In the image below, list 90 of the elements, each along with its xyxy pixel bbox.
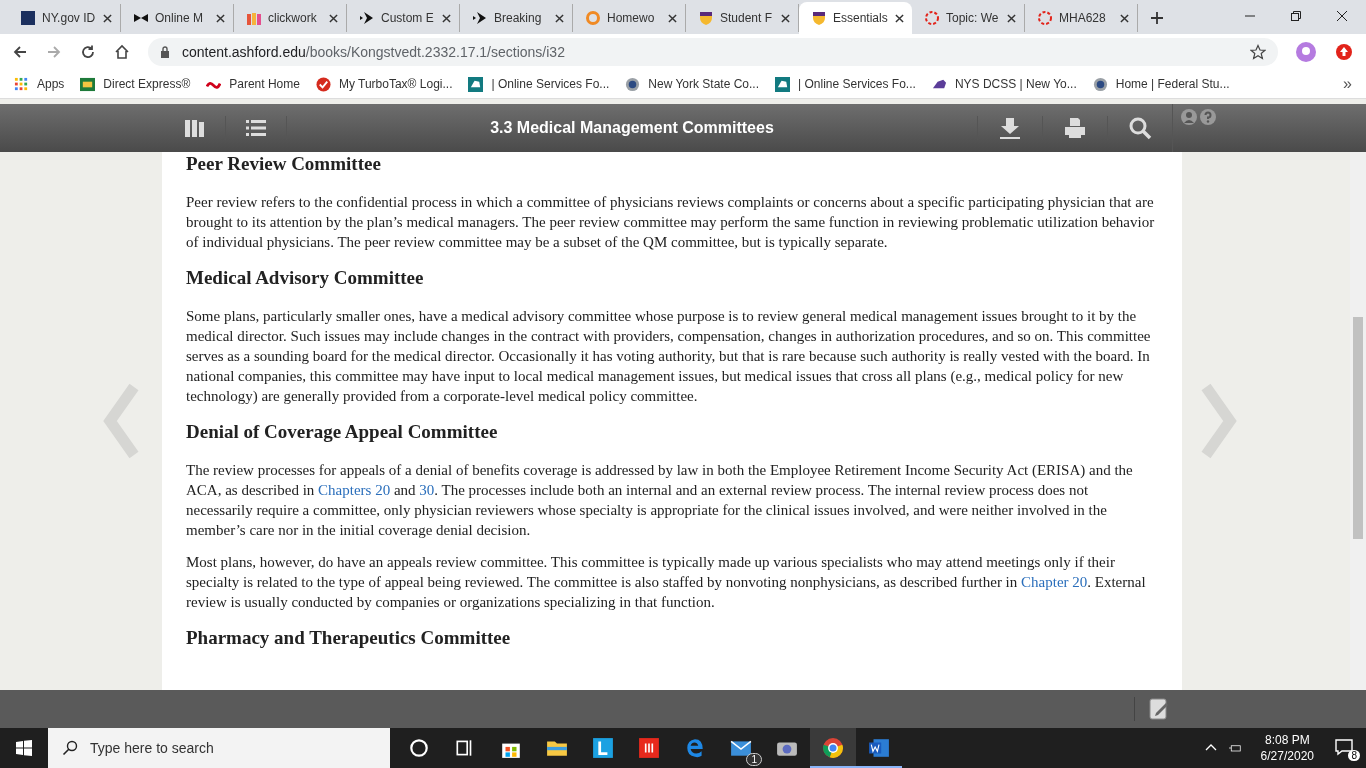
arrow-icon xyxy=(472,10,488,26)
home-icon[interactable] xyxy=(114,44,130,60)
browser-tab[interactable]: Topic: We xyxy=(912,4,1025,32)
close-icon[interactable] xyxy=(555,13,564,23)
section-heading: Denial of Coverage Appeal Committee xyxy=(186,420,499,444)
user-icon[interactable] xyxy=(1181,109,1197,125)
clock-date: 6/27/2020 xyxy=(1260,748,1314,764)
paragraph: Most plans, however, do have an appeals review committee. This committee is typically made up various specialists who may attend meetings only if their specialty is related to the type of appeal being reviewed. The committee is also staffed by nonvoting nonphysicians, as described further in Chapter 20. External review is usually conducted by companies or organizations specializing in that function. xyxy=(186,553,1147,612)
browser-tab[interactable]: NY.gov ID xyxy=(8,4,121,32)
section-heading: Medical Advisory Committee xyxy=(186,266,425,290)
notification-count: 8 xyxy=(1348,750,1360,761)
ring-icon xyxy=(1037,10,1053,26)
close-icon[interactable] xyxy=(895,13,904,23)
scrollbar-thumb[interactable] xyxy=(1353,317,1363,539)
bookmark[interactable]: NYS DCSS | New Yo... xyxy=(931,76,1077,92)
paragraph: The review processes for appeals of a denial of benefits coverage is addressed by law in both the Employee Retirement Income Security Act (ERISA) and the ACA, as described in Chapters 20 and 30. The processes include both an internal and an external review process. The internal review process does not necessarily require a committee, only physician reviewers whose specialty is appropriate for the clinical issues involved, and were neither involved in the member’s care nor in the initial coverage denial decision. xyxy=(186,461,1134,540)
bookmark[interactable]: Parent Home xyxy=(206,76,300,92)
tab-title: Online M xyxy=(155,11,205,25)
chrome-icon[interactable] xyxy=(810,728,856,768)
browser-tab[interactable]: Online M xyxy=(121,4,234,32)
close-icon[interactable] xyxy=(1120,13,1129,23)
shield-icon xyxy=(811,10,827,26)
browser-tab[interactable]: MHA628 xyxy=(1025,4,1138,32)
upload-icon[interactable] xyxy=(1334,42,1354,62)
browser-tab[interactable]: clickwork xyxy=(234,4,347,32)
logo-icon xyxy=(80,76,96,92)
bookmark[interactable]: Direct Express® xyxy=(80,76,191,92)
tab-title: NY.gov ID xyxy=(42,11,97,25)
notebook-icon[interactable] xyxy=(1134,697,1171,721)
notification-icon[interactable] xyxy=(1334,737,1354,757)
close-icon[interactable] xyxy=(329,13,338,23)
avatar-icon[interactable] xyxy=(1296,42,1316,62)
shield-icon xyxy=(698,10,714,26)
reload-icon[interactable] xyxy=(80,44,96,60)
chapter-link[interactable]: Chapters 20 xyxy=(318,482,391,498)
address-bar[interactable]: content.ashford.edu/books/Kongstvedt.2332.17.1/sections/i32 xyxy=(148,38,1278,66)
seal-icon xyxy=(1092,76,1108,92)
chapter-title: 3.3 Medical Management Committees xyxy=(489,119,775,137)
close-icon[interactable] xyxy=(1007,13,1016,23)
map-icon xyxy=(468,76,484,92)
check-icon xyxy=(315,76,331,92)
tab-title: Custom E xyxy=(381,11,435,25)
tab-title: Breaking xyxy=(494,11,543,25)
lock-icon xyxy=(160,46,170,58)
tab-title: Student F xyxy=(720,11,774,25)
bookmark[interactable]: Apps xyxy=(14,76,65,92)
tab-title: MHA628 xyxy=(1059,11,1107,25)
battery-icon[interactable] xyxy=(1228,742,1241,754)
tab-title: Topic: We xyxy=(946,11,1000,25)
help-icon[interactable] xyxy=(1200,109,1216,125)
close-icon[interactable] xyxy=(781,13,790,23)
close-icon[interactable] xyxy=(216,13,225,23)
close-icon[interactable] xyxy=(103,13,112,23)
map-icon xyxy=(775,76,791,92)
back-icon[interactable] xyxy=(12,44,28,60)
taskbar-search-field[interactable]: Type here to search xyxy=(48,728,390,768)
tab-title: Homewo xyxy=(607,11,656,25)
square-icon xyxy=(20,10,36,26)
browser-tab[interactable]: Breaking xyxy=(460,4,573,32)
browser-tab[interactable]: Essentials xyxy=(799,2,912,34)
restore-icon[interactable] xyxy=(1290,10,1302,22)
paragraph: Some plans, particularly smaller ones, have a medical advisory committee whose purpose is to review general medical management issues brought to it by the medical director. Such issues may include changes in the contract with providers, compensation, changes in authorization procedures, and so on. This committee serves as a sounding board for the medical director. Occasionally it has voting authority, but that is rare because such authority is really vested with the board. In national companies, this committee may have input to local medical management issues, but medical issues that cross all plans (e.g., medical policy for new technology) are generally provided from a corporate-level medical policy committee. xyxy=(186,307,1152,406)
new-tab-icon[interactable] xyxy=(1150,11,1164,25)
more-bookmarks-icon[interactable]: » xyxy=(1343,75,1352,93)
browser-tab[interactable]: Custom E xyxy=(347,4,460,32)
browser-tab[interactable]: Student F xyxy=(686,4,799,32)
star-icon[interactable] xyxy=(1250,44,1266,60)
section-heading: Peer Review Committee xyxy=(186,152,382,176)
bookmark[interactable]: | Online Services Fo... xyxy=(468,76,610,92)
tab-title: Essentials xyxy=(833,11,889,25)
close-icon[interactable] xyxy=(1336,10,1348,22)
paragraph: Peer review refers to the confidential process in which a committee of physicians reviews complaints or concerns about a specific participating physician that are brought to its attention by the plan’s medical managers. The peer review committee may perform the same function in reviewing problematic utilization behavior of individual physicians. The peer review committee may be a subset of the QM committee, but is typically separate. xyxy=(186,193,1156,252)
arrow-icon xyxy=(359,10,375,26)
bookmark[interactable]: Home | Federal Stu... xyxy=(1092,76,1230,92)
bookmark[interactable]: | Online Services Fo... xyxy=(775,76,916,92)
section-heading: Pharmacy and Therapeutics Committee xyxy=(186,626,512,650)
clock-time: 8:08 PM xyxy=(1264,732,1310,748)
bookmark[interactable]: New York State Co... xyxy=(625,76,760,92)
close-icon[interactable] xyxy=(442,13,451,23)
url-text: content.ashford.edu/books/Kongstvedt.2332.17.1/sections/i32 xyxy=(182,44,566,60)
browser-tab[interactable]: Homewo xyxy=(573,4,686,32)
ring-icon xyxy=(585,10,601,26)
close-icon[interactable] xyxy=(668,13,677,23)
seal-icon xyxy=(625,76,641,92)
tab-title: clickwork xyxy=(268,11,318,25)
people-icon xyxy=(246,10,262,26)
unread-badge: 1 xyxy=(746,753,762,766)
grid-icon xyxy=(14,76,29,92)
ring-icon xyxy=(924,10,940,26)
bookmark[interactable]: My TurboTax® Logi... xyxy=(315,76,453,92)
